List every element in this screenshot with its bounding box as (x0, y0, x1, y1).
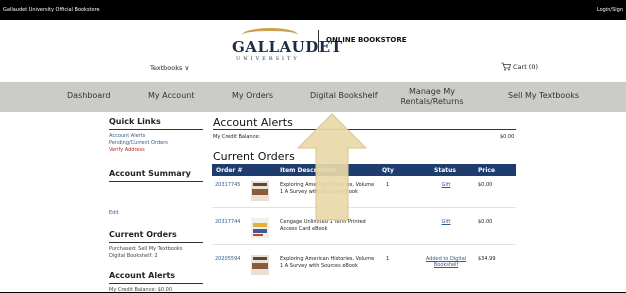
order-number[interactable]: 20317744 (215, 219, 240, 225)
top-bar: Gallaudet University Official Bookstore … (0, 0, 626, 20)
account-alerts-title: Account Alerts (213, 116, 293, 129)
item-status[interactable]: Added to Digital Bookshelf (416, 256, 476, 268)
nav-digital-bookshelf[interactable]: Digital Bookshelf (310, 91, 378, 100)
textbooks-dropdown[interactable]: Textbooks ∨ (150, 64, 189, 72)
book-thumbnail (251, 218, 269, 238)
cart-icon (501, 62, 511, 71)
main-nav: Dashboard My Account My Orders Digital B… (0, 82, 626, 112)
current-orders-title: Current Orders (213, 150, 295, 163)
account-alerts-rule (109, 283, 203, 284)
header-divider (318, 30, 319, 52)
table-row: 20205594 Exploring American Histories, V… (212, 254, 516, 290)
store-name: ONLINE BOOKSTORE (326, 36, 407, 44)
logo-sub: UNIVERSITY (236, 56, 300, 62)
item-qty: 1 (386, 182, 390, 188)
item-description: Exploring American Histories, Volume 1 A… (280, 256, 375, 269)
quick-link-alerts[interactable]: Account Alerts (109, 133, 145, 139)
nav-dashboard[interactable]: Dashboard (67, 91, 110, 100)
store-label: Gallaudet University Official Bookstore (3, 7, 100, 13)
book-thumbnail (251, 181, 269, 201)
col-qty: Qty (382, 167, 394, 174)
quick-link-orders[interactable]: Pending/Current Orders (109, 140, 168, 146)
col-status: Status (434, 167, 456, 174)
cart-link[interactable]: Cart (0) (501, 62, 538, 71)
item-status[interactable]: Gift (416, 182, 476, 188)
nav-my-orders[interactable]: My Orders (232, 91, 273, 100)
current-orders-side-title: Current Orders (109, 230, 177, 239)
item-price: $0.00 (478, 219, 493, 225)
nav-manage-rentals[interactable]: Manage My Rentals/Returns (388, 87, 476, 107)
credit-value: $0.00 (500, 134, 515, 140)
account-summary-title: Account Summary (109, 169, 191, 178)
item-qty: 1 (386, 256, 390, 262)
nav-my-account[interactable]: My Account (148, 91, 194, 100)
cart-label: Cart (0) (513, 62, 539, 71)
edit-link[interactable]: Edit (109, 210, 119, 216)
verify-address-link[interactable]: Verify Address (109, 147, 145, 153)
order-number[interactable]: 20205594 (215, 256, 240, 262)
account-alerts-side-title: Account Alerts (109, 271, 176, 280)
university-logo[interactable]: GALLAUDET UNIVERSITY (228, 26, 342, 74)
item-price: $0.00 (478, 182, 493, 188)
digital-count: Digital Bookshelf: 2 (109, 253, 158, 259)
order-number[interactable]: 20317745 (215, 182, 240, 188)
current-orders-rule (109, 242, 203, 243)
nav-sell-textbooks[interactable]: Sell My Textbooks (508, 91, 579, 100)
login-link[interactable]: Login/Sign (597, 7, 623, 13)
table-row: 20317744 Cengage Unlimited 1 Term Printe… (212, 217, 516, 253)
page: Gallaudet University Official Bookstore … (0, 0, 626, 293)
row-divider (212, 244, 516, 245)
credit-cut: My Credit Balance: $0.00 (109, 287, 173, 293)
col-order: Order # (216, 167, 243, 174)
summary-rule (109, 181, 203, 182)
book-thumbnail (251, 255, 269, 275)
credit-label: My Credit Balance: (213, 134, 261, 140)
quick-links-rule (109, 129, 203, 130)
item-status[interactable]: Gift (416, 219, 476, 225)
purchased-count: Purchased: Sell My Textbooks (109, 246, 183, 252)
quick-links-title: Quick Links (109, 117, 161, 126)
item-price: $34.99 (478, 256, 496, 262)
col-price: Price (478, 167, 496, 174)
pointer-arrow (296, 113, 368, 221)
